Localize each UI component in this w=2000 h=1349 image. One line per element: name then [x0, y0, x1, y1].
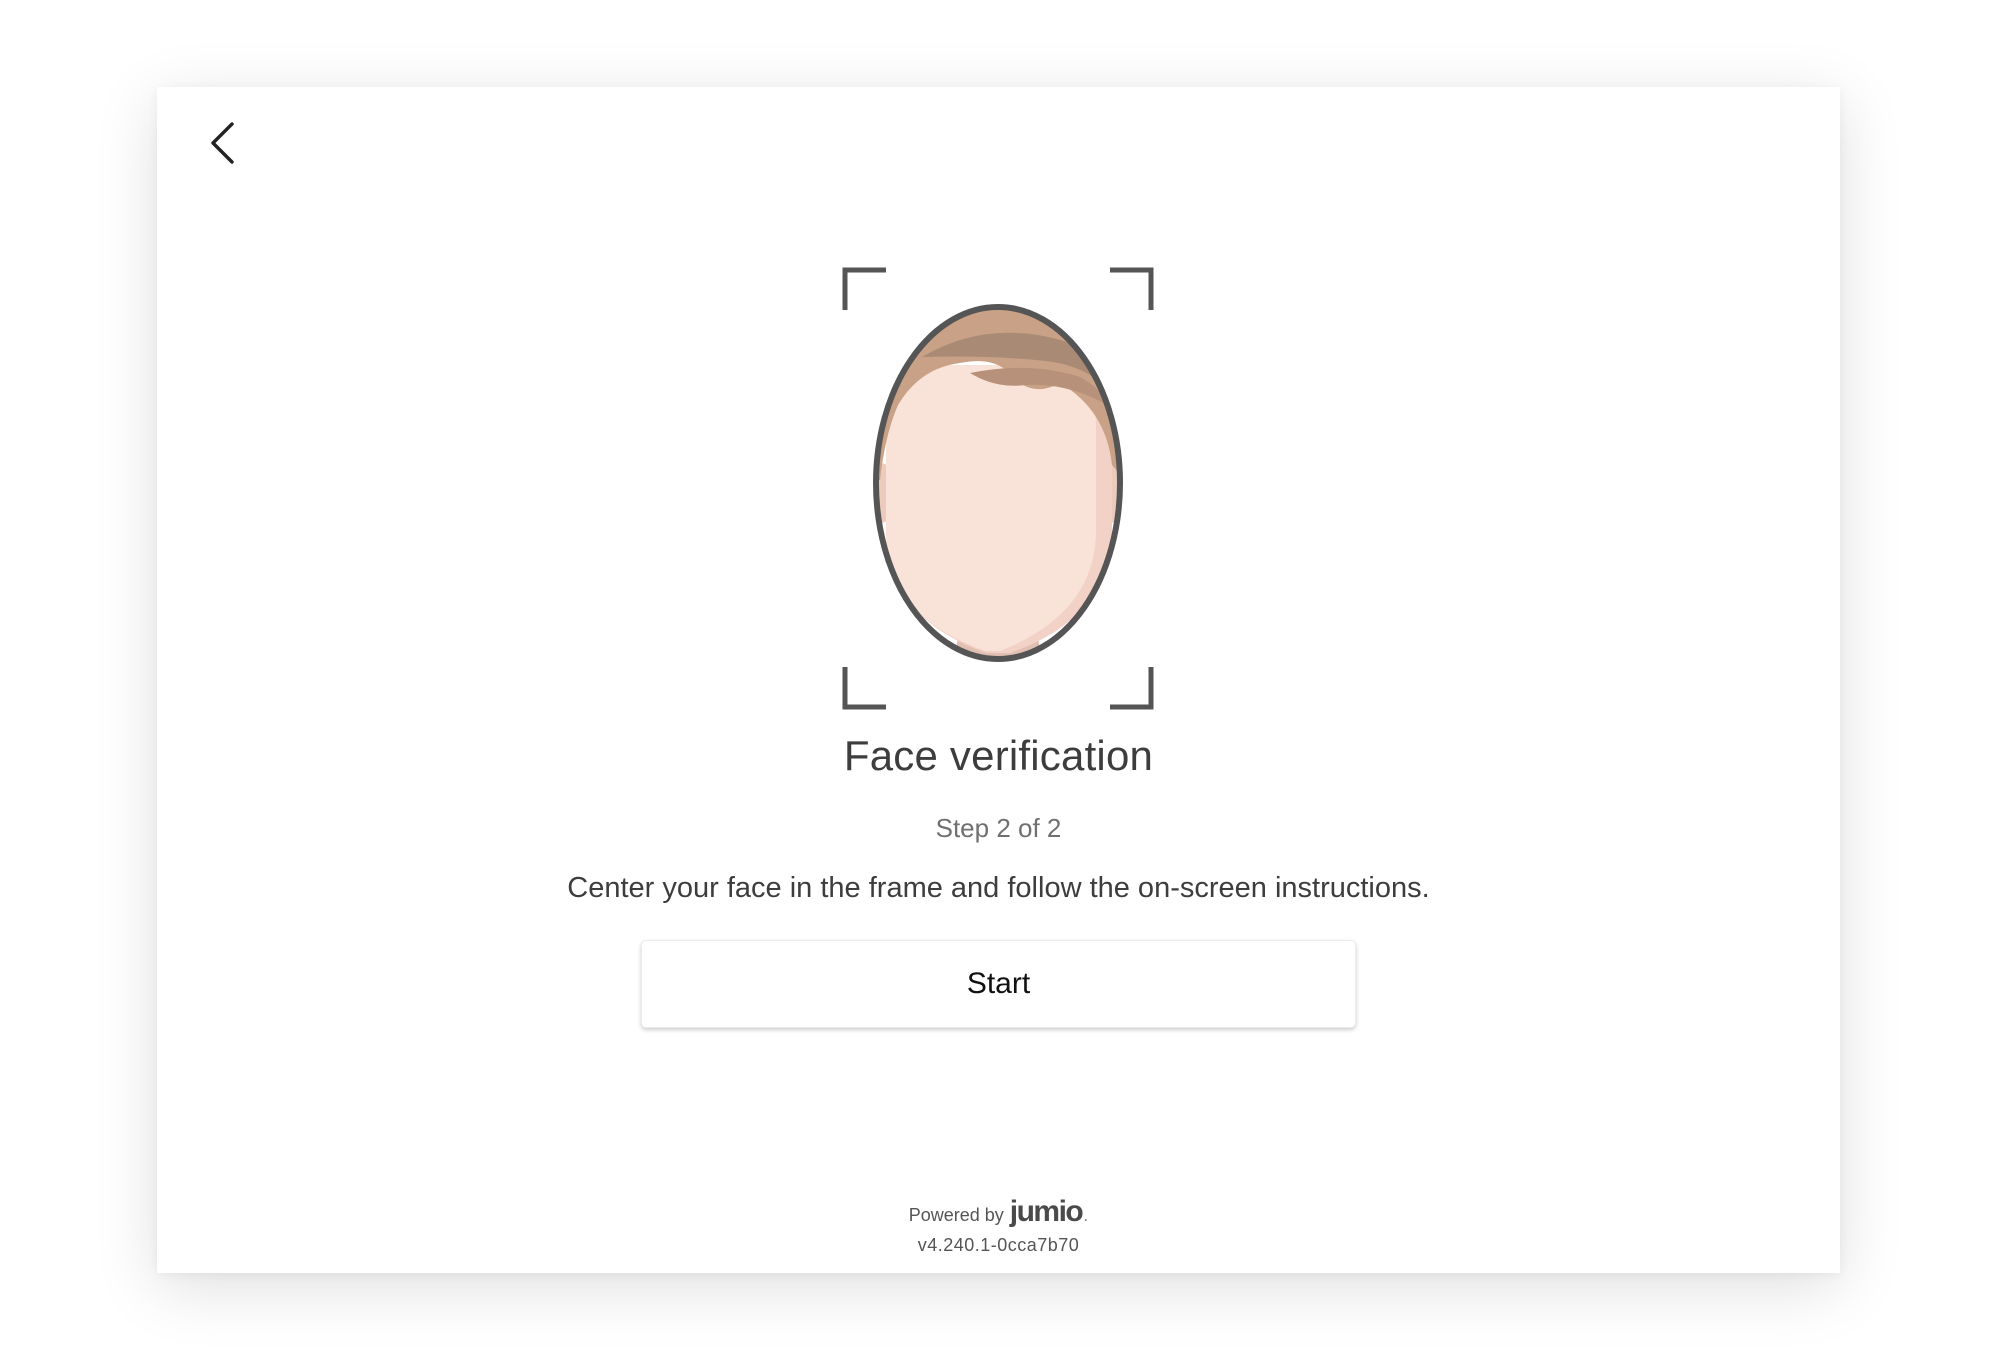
step-indicator: Step 2 of 2: [935, 813, 1062, 843]
powered-by-label: Powered by: [908, 1205, 1004, 1225]
back-button[interactable]: [195, 105, 251, 181]
start-button[interactable]: Start: [641, 940, 1356, 1028]
face-scan-frame-icon: [842, 267, 1154, 710]
instructions-text: Center your face in the frame and follow…: [567, 872, 1430, 904]
face-illustration: [840, 265, 1156, 712]
powered-by-row: Powered by jumio .: [157, 1195, 1840, 1229]
chevron-left-icon: [211, 122, 234, 164]
version-label: v4.240.1-0cca7b70: [917, 1235, 1080, 1255]
jumio-logo: jumio: [1009, 1195, 1084, 1228]
verification-card: Face verification Step 2 of 2 Center you…: [157, 87, 1840, 1273]
page-title: Face verification: [843, 732, 1154, 779]
footer: Powered by jumio . v4.240.1-0cca7b70: [157, 1195, 1840, 1256]
face-avatar: [876, 307, 1120, 659]
jumio-logo-dot: .: [1083, 1205, 1089, 1225]
